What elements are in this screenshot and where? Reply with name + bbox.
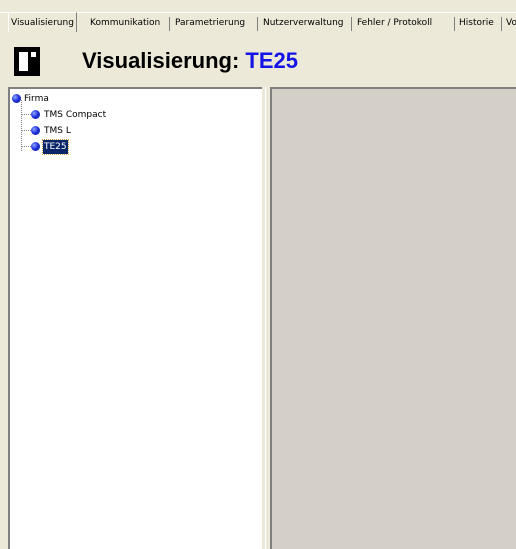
tab-parametrierung[interactable]: Parametrierung [173,15,247,32]
device-tree[interactable]: Firma TMS Compact TMS L TE25 [8,87,262,549]
tree-node-label: TE25 [42,139,69,155]
tree-connector-line [21,100,22,151]
tab-historie[interactable]: Historie [457,15,496,32]
page-title-prefix: Visualisierung: [82,48,246,73]
blue-dot-icon [31,126,40,135]
tab-fehler-protokoll[interactable]: Fehler / Protokoll [355,15,434,32]
page-header: Visualisierung: TE25 [0,33,516,87]
visualization-panel [270,87,516,549]
blue-dot-icon [31,142,40,151]
blue-dot-icon [31,110,40,119]
blue-dot-icon [12,94,21,103]
company-logo-icon [14,47,40,76]
tab-vo[interactable]: Vo [504,15,516,32]
tree-node-label: TMS L [44,126,71,136]
tab-nutzerverwaltung[interactable]: Nutzerverwaltung [261,15,346,32]
tree-node-label: TMS Compact [44,110,107,120]
tab-bar: Visualisierung Kommunikation Parametrier… [0,0,516,33]
page-title: Visualisierung: TE25 [82,48,298,74]
tree-node-label: Firma [24,94,49,104]
tab-kommunikation[interactable]: Kommunikation [88,15,162,32]
pane-splitter[interactable] [262,87,270,549]
tab-visualisierung[interactable]: Visualisierung [8,12,77,32]
page-title-device: TE25 [245,48,299,73]
